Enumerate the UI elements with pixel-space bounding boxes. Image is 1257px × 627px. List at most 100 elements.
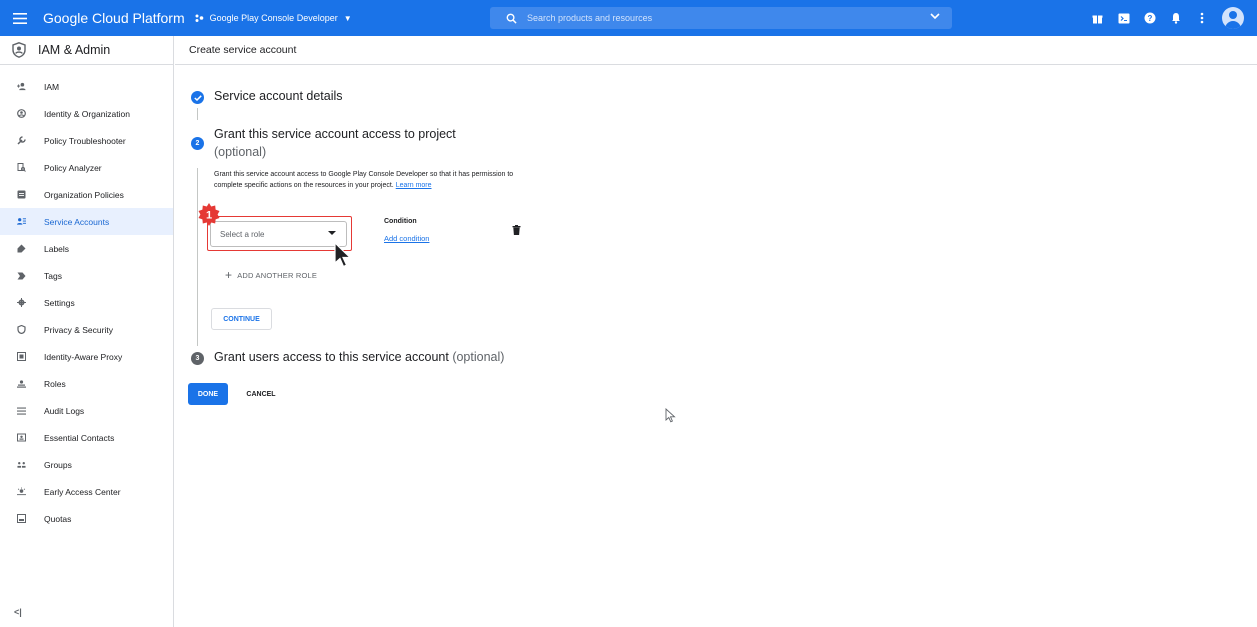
service-account-icon: [17, 217, 26, 226]
top-app-bar: Google Cloud Platform Google Play Consol…: [0, 0, 1257, 36]
gift-icon[interactable]: [1088, 9, 1107, 28]
sidebar-item-label: Audit Logs: [44, 405, 85, 416]
step-complete-check-icon: [191, 91, 204, 104]
sidebar-item-early-access-center[interactable]: Early Access Center: [0, 478, 173, 505]
step2-number-badge: 2: [191, 137, 204, 150]
add-role-label: ADD ANOTHER ROLE: [237, 270, 318, 280]
idle-mouse-pointer-icon: [665, 408, 676, 423]
quotas-icon: [17, 514, 26, 523]
plus-icon: +: [225, 268, 233, 282]
roles-icon: [17, 379, 26, 388]
annotation-highlight-box: [207, 216, 352, 251]
account-avatar[interactable]: [1222, 7, 1244, 29]
cloud-shell-icon[interactable]: [1114, 9, 1133, 28]
sidebar-item-labels[interactable]: Labels: [0, 235, 173, 262]
search-bar[interactable]: [490, 7, 952, 29]
sidebar-item-label: Service Accounts: [44, 216, 110, 227]
search-expand-chevron-icon[interactable]: [930, 12, 940, 22]
sidebar-item-policy-troubleshooter[interactable]: Policy Troubleshooter: [0, 127, 173, 154]
add-another-role-button[interactable]: + ADD ANOTHER ROLE: [225, 268, 317, 282]
step2-description-text: Grant this service account access to Goo…: [214, 171, 514, 189]
top-right-toolbar: ?: [1088, 0, 1244, 36]
sidebar-item-identity-organization[interactable]: Identity & Organization: [0, 100, 173, 127]
sidebar-item-organization-policies[interactable]: Organization Policies: [0, 181, 173, 208]
sidebar-header: IAM & Admin: [0, 36, 173, 65]
condition-label: Condition: [384, 218, 417, 225]
sidebar-item-label: Privacy & Security: [44, 324, 113, 335]
shield-icon: [17, 325, 26, 334]
sidebar-item-groups[interactable]: Groups: [0, 451, 173, 478]
sidebar-item-service-accounts[interactable]: Service Accounts: [0, 208, 173, 235]
sidebar-item-label: Early Access Center: [44, 486, 121, 497]
stepper-connector: [197, 168, 198, 346]
chevron-tag-icon: [17, 271, 26, 280]
sidebar-item-privacy-security[interactable]: Privacy & Security: [0, 316, 173, 343]
sidebar-item-identity-aware-proxy[interactable]: Identity-Aware Proxy: [0, 343, 173, 370]
delete-role-trash-icon[interactable]: [512, 225, 521, 235]
hamburger-menu-icon[interactable]: [0, 0, 40, 36]
mouse-pointer-icon: [334, 242, 352, 268]
sidebar-item-essential-contacts[interactable]: Essential Contacts: [0, 424, 173, 451]
step2-optional-label: (optional): [214, 145, 267, 159]
sidebar-item-label: Tags: [44, 270, 62, 281]
stepper-connector: [197, 108, 198, 120]
list-box-icon: [17, 190, 26, 199]
step3-title[interactable]: Grant users access to this service accou…: [214, 350, 504, 364]
sidebar-item-label: Groups: [44, 459, 72, 470]
more-vert-icon[interactable]: [1192, 9, 1211, 28]
wrench-icon: [17, 136, 26, 145]
add-condition-link[interactable]: Add condition: [384, 234, 429, 243]
search-input[interactable]: [527, 13, 907, 23]
app-title[interactable]: Google Cloud Platform: [43, 10, 185, 26]
step1-title[interactable]: Service account details: [214, 89, 343, 103]
document-search-icon: [17, 163, 26, 172]
person-add-icon: [17, 82, 26, 91]
sidebar-item-label: Identity-Aware Proxy: [44, 351, 123, 362]
sidebar-item-label: Organization Policies: [44, 189, 124, 200]
lines-icon: [17, 406, 26, 415]
step2-title: Grant this service account access to pro…: [214, 127, 456, 141]
collapse-sidebar-button[interactable]: <|: [14, 607, 22, 617]
sidebar-nav: IAM Identity & Organization Policy Troub…: [0, 65, 173, 532]
sidebar-item-audit-logs[interactable]: Audit Logs: [0, 397, 173, 424]
sidebar-item-label: Policy Troubleshooter: [44, 135, 126, 146]
project-picker[interactable]: Google Play Console Developer ▼: [195, 13, 352, 23]
account-circle-icon: [17, 109, 26, 118]
step3-optional-label: (optional): [452, 350, 505, 364]
sidebar-item-label: Labels: [44, 243, 70, 254]
project-dots-icon: [195, 14, 203, 22]
chevron-down-icon: ▼: [343, 13, 352, 23]
svg-text:?: ?: [1147, 14, 1152, 23]
sidebar-item-tags[interactable]: Tags: [0, 262, 173, 289]
sidebar-item-label: Identity & Organization: [44, 108, 130, 119]
sidebar-item-roles[interactable]: Roles: [0, 370, 173, 397]
sidebar-item-label: Essential Contacts: [44, 432, 115, 443]
step2-description: Grant this service account access to Goo…: [214, 169, 526, 191]
sidebar: IAM & Admin IAM Identity & Organization …: [0, 36, 174, 627]
page-title: Create service account: [189, 44, 297, 56]
annotation-badge-number: 1: [206, 210, 212, 222]
sidebar-item-policy-analyzer[interactable]: Policy Analyzer: [0, 154, 173, 181]
sidebar-item-label: Roles: [44, 378, 66, 389]
tag-icon: [17, 244, 26, 253]
contacts-icon: [17, 433, 26, 442]
project-name: Google Play Console Developer: [209, 13, 338, 23]
sidebar-item-label: Settings: [44, 297, 75, 308]
learn-more-link[interactable]: Learn more: [396, 182, 432, 189]
sidebar-item-settings[interactable]: Settings: [0, 289, 173, 316]
sidebar-item-iam[interactable]: IAM: [0, 73, 173, 100]
help-icon[interactable]: ?: [1140, 9, 1159, 28]
step3-number-badge: 3: [191, 352, 204, 365]
step3-title-text: Grant users access to this service accou…: [214, 350, 449, 364]
continue-button[interactable]: CONTINUE: [211, 308, 272, 330]
cancel-button[interactable]: CANCEL: [236, 383, 286, 405]
shield-lock-icon: [12, 42, 26, 58]
sidebar-item-label: IAM: [44, 81, 60, 92]
notifications-bell-icon[interactable]: [1166, 9, 1185, 28]
done-button[interactable]: DONE: [188, 383, 228, 405]
proxy-icon: [17, 352, 26, 361]
annotation-step-badge: 1: [198, 203, 220, 226]
early-access-icon: [17, 487, 26, 496]
sidebar-item-quotas[interactable]: Quotas: [0, 505, 173, 532]
gear-icon: [17, 298, 26, 307]
